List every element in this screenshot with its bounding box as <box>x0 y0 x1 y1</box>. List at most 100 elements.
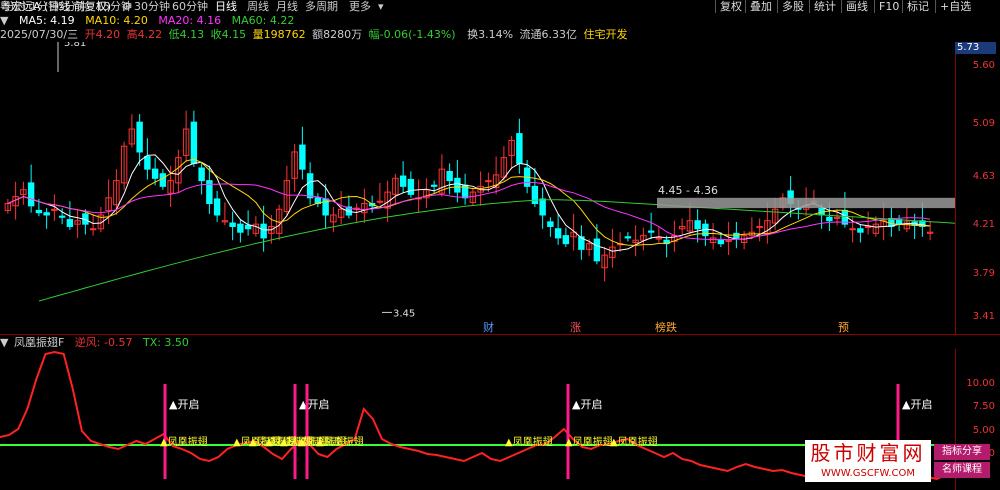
sub-toggle-icon[interactable]: ▼ <box>0 336 8 349</box>
info-high: 高4.22 <box>126 28 163 41</box>
candle-body <box>399 175 407 187</box>
toolbar-button-6[interactable]: 标记 <box>902 0 933 13</box>
event-badge: 预 <box>838 321 849 334</box>
candle-body <box>89 228 97 231</box>
candle-body <box>430 184 438 187</box>
event-badge: 榜跌 <box>655 320 677 334</box>
candle-body <box>554 228 562 239</box>
candle-body <box>454 177 461 193</box>
period-tab-0[interactable]: 分时 <box>4 0 26 13</box>
price-tick: 5.09 <box>972 118 995 129</box>
open-signal-label: ▲开启 <box>169 398 199 411</box>
candle-body <box>376 200 384 203</box>
candle-body <box>733 232 740 239</box>
toolbar-button-0[interactable]: 复权 <box>715 0 746 13</box>
watermark-site: 股市财富网 <box>805 440 931 466</box>
price-range-band <box>657 197 955 209</box>
price-axis: 5.60 5.09 4.63 4.21 3.79 3.41 <box>955 42 1000 334</box>
candle-body <box>446 170 453 182</box>
toolbar-button-7[interactable]: +自选 <box>935 0 975 13</box>
quote-info-row: 2025/07/30/三 开4.20 高4.22 低4.13 收4.15 量19… <box>0 28 635 42</box>
price-tick: 3.79 <box>972 268 995 279</box>
candle-body <box>826 216 833 222</box>
toolbar-button-3[interactable]: 统计 <box>809 0 840 13</box>
candle-body <box>260 223 267 239</box>
event-badge: 涨 <box>570 321 581 334</box>
candle-body <box>717 239 725 245</box>
toolbar-button-2[interactable]: 多股 <box>777 0 808 13</box>
toolbar-button-1[interactable]: 叠加 <box>745 0 776 13</box>
current-price-marker: 5.73 <box>955 42 996 54</box>
info-amount: 额8280万 <box>312 28 363 41</box>
sub-tx-value: TX: 3.50 <box>142 336 189 349</box>
candle-body <box>159 173 167 187</box>
wing-signal-label: ▲凤凰振翅 <box>505 435 553 448</box>
candle-body <box>857 228 864 233</box>
candle-body <box>66 219 74 227</box>
info-volume: 量198762 <box>252 28 306 41</box>
candle-body <box>849 228 856 231</box>
period-tab-5[interactable]: 60分钟 <box>172 0 208 13</box>
period-tab-8[interactable]: 月线 <box>276 0 298 13</box>
candle-body <box>27 182 35 207</box>
info-open: 开4.20 <box>84 28 121 41</box>
sub-title[interactable]: 凤凰振翅F <box>14 336 64 349</box>
toolbar-button-4[interactable]: 画线 <box>841 0 872 13</box>
candle-body <box>43 212 50 216</box>
period-tab-2[interactable]: 5分钟 <box>58 0 87 13</box>
period-tab-3[interactable]: 15分钟 <box>96 0 132 13</box>
candle-body <box>213 198 221 216</box>
watermark-tag-course: 名师课程 <box>934 462 990 478</box>
candle-body <box>531 185 539 205</box>
candlestick-chart[interactable]: 4.45 - 4.36 5.81 3.45 财 涨 榜跌 预 <box>0 42 955 334</box>
candle-body <box>306 173 314 199</box>
candle-body <box>244 224 252 230</box>
info-date: 2025/07/30/三 <box>0 28 79 41</box>
open-signal-label: ▲开启 <box>572 398 602 411</box>
candle-body <box>562 235 570 245</box>
candle-body <box>35 209 43 214</box>
period-tab-9[interactable]: 多周期 <box>305 0 338 13</box>
info-close: 收4.15 <box>210 28 247 41</box>
wing-signal-label: ▲凤凰振翅 <box>565 435 613 448</box>
period-tab-7[interactable]: 周线 <box>247 0 269 13</box>
period-tab-1[interactable]: 1分钟 <box>30 0 59 13</box>
candle-body <box>539 198 546 216</box>
candle-body <box>58 215 66 218</box>
toolbar-button-5[interactable]: F10 <box>874 0 903 13</box>
candle-body <box>624 236 632 239</box>
period-tab-10[interactable]: 更多 <box>349 0 371 13</box>
legend-toggle-icon[interactable]: ▼ <box>0 14 8 27</box>
event-badge: 财 <box>483 320 494 334</box>
more-dropdown-icon[interactable]: ▾ <box>378 0 384 13</box>
candle-body <box>647 230 655 233</box>
wing-signal-label: ▲凤凰振翅 <box>316 435 364 448</box>
legend-ma20: MA20: 4.16 <box>158 14 222 27</box>
watermark-url: WWW.GSCFW.COM <box>805 466 931 482</box>
price-tick: 5.60 <box>972 60 995 71</box>
info-sector[interactable]: 住宅开发 <box>584 28 628 42</box>
indicator-tick: 7.50 <box>972 401 995 412</box>
price-tick: 3.41 <box>972 311 995 322</box>
period-tab-6[interactable]: 日线 <box>215 0 237 13</box>
indicator-tick: 5.00 <box>972 425 995 436</box>
price-tick: 4.21 <box>972 219 995 230</box>
ma-legend: ▼ MA5: 4.19 MA10: 4.20 MA20: 4.16 MA60: … <box>0 14 301 27</box>
sub-inverse-value: 逆风: -0.57 <box>74 336 133 349</box>
period-tab-4[interactable]: 30分钟 <box>134 0 170 13</box>
ma60-line <box>38 199 955 302</box>
candle-body <box>407 178 415 195</box>
panel-divider[interactable] <box>0 334 1000 335</box>
candle-body <box>694 220 701 230</box>
sub-indicator-header: ▼ 凤凰振翅F 逆风: -0.57 TX: 3.50 <box>0 336 196 349</box>
candle-body <box>144 156 151 170</box>
candle-body <box>299 144 306 170</box>
info-float: 流通6.33亿 <box>519 28 578 41</box>
info-turnover: 换3.14% <box>467 28 514 41</box>
legend-ma10: MA10: 4.20 <box>85 14 148 27</box>
high-label: 5.81 <box>64 42 86 49</box>
candle-body <box>198 167 205 182</box>
candle-body <box>136 121 143 153</box>
info-change: 幅-0.06(-1.43%) <box>368 28 456 41</box>
candle-body <box>547 221 554 227</box>
